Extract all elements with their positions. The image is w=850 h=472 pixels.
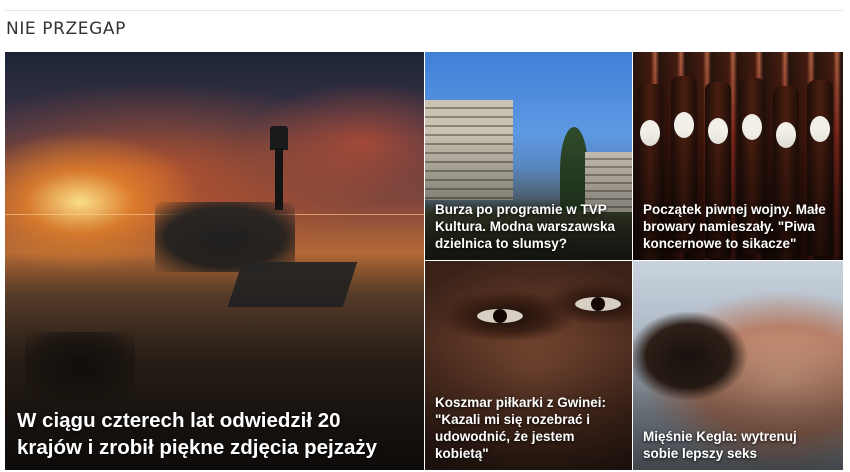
tile-piwo-title[interactable]: Początek piwnej wojny. Małe browary nami… xyxy=(643,201,833,252)
tile-koszmar-title[interactable]: Koszmar piłkarki z Gwinei: "Kazali mi si… xyxy=(435,394,622,462)
top-divider xyxy=(5,10,843,11)
tile-koszmar-pilkarki[interactable]: Koszmar piłkarki z Gwinei: "Kazali mi si… xyxy=(425,261,632,470)
tile-miesnie-kegla[interactable]: Mięśnie Kegla: wytrenuj sobie lepszy sek… xyxy=(633,261,843,470)
tile-burza-title[interactable]: Burza po programie w TVP Kultura. Modna … xyxy=(435,201,622,252)
tile-main-title[interactable]: W ciągu czterech lat odwiedził 20 krajów… xyxy=(17,407,404,461)
tile-kegla-title[interactable]: Mięśnie Kegla: wytrenuj sobie lepszy sek… xyxy=(643,428,833,462)
tile-main-landscapes[interactable]: W ciągu czterech lat odwiedził 20 krajów… xyxy=(5,52,424,470)
tile-burza-tvp[interactable]: Burza po programie w TVP Kultura. Modna … xyxy=(425,52,632,260)
section-title: NIE PRZEGAP xyxy=(6,19,126,39)
tile-piwna-wojna[interactable]: Początek piwnej wojny. Małe browary nami… xyxy=(633,52,843,260)
